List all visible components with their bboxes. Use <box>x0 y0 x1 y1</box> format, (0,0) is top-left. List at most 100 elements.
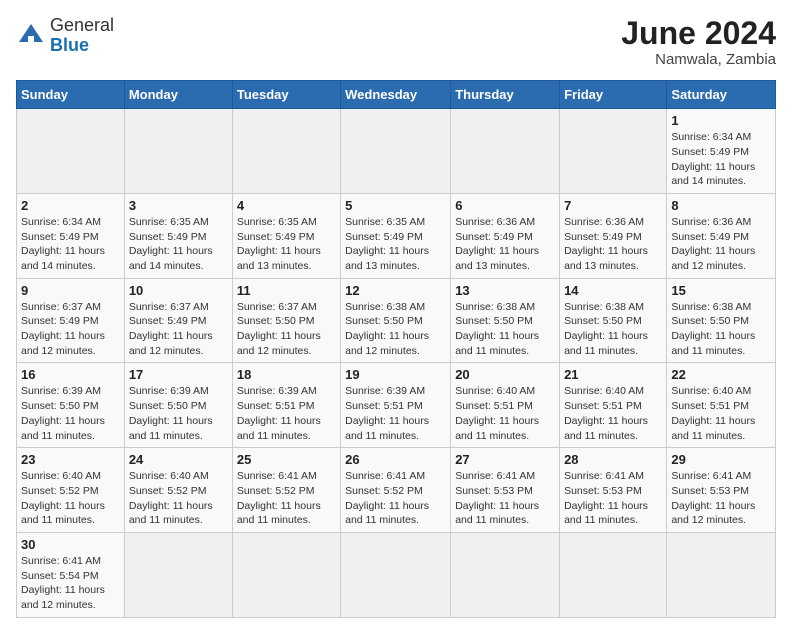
calendar-day-cell <box>341 109 451 194</box>
calendar-day-cell: 3Sunrise: 6:35 AM Sunset: 5:49 PM Daylig… <box>124 193 232 278</box>
calendar-day-cell: 8Sunrise: 6:36 AM Sunset: 5:49 PM Daylig… <box>667 193 776 278</box>
calendar-day-cell: 5 Sunrise: 6:35 AM Sunset: 5:49 PM Daylig… <box>341 193 451 278</box>
day-info: Sunrise: 6:36 AM Sunset: 5:49 PM Dayligh… <box>455 215 555 274</box>
day-number: 7 <box>564 198 662 213</box>
day-info: Sunrise: 6:38 AM Sunset: 5:50 PM Dayligh… <box>671 300 771 359</box>
day-info: Sunrise: 6:38 AM Sunset: 5:50 PM Dayligh… <box>345 300 446 359</box>
day-number: 13 <box>455 283 555 298</box>
day-info: Sunrise: 6:41 AM Sunset: 5:52 PM Dayligh… <box>237 469 336 528</box>
day-info: Sunrise: 6:39 AM Sunset: 5:50 PM Dayligh… <box>129 384 228 443</box>
weekday-header: Monday <box>124 81 232 109</box>
calendar-day-cell: 30 Sunrise: 6:41 AM Sunset: 5:54 PM Dayli… <box>17 532 125 617</box>
calendar-day-cell: 19 Sunrise: 6:39 AM Sunset: 5:51 PM Dayli… <box>341 363 451 448</box>
calendar-day-cell <box>560 532 667 617</box>
day-number: 25 <box>237 452 336 467</box>
day-info: Sunrise: 6:41 AM Sunset: 5:53 PM Dayligh… <box>455 469 555 528</box>
day-number: 18 <box>237 367 336 382</box>
calendar-day-cell: 16 Sunrise: 6:39 AM Sunset: 5:50 PM Dayli… <box>17 363 125 448</box>
day-info: Sunrise: 6:40 AM Sunset: 5:52 PM Dayligh… <box>129 469 228 528</box>
day-info: Sunrise: 6:37 AM Sunset: 5:49 PM Dayligh… <box>129 300 228 359</box>
logo-general: General <box>50 15 114 35</box>
calendar-day-cell: 18 Sunrise: 6:39 AM Sunset: 5:51 PM Dayli… <box>232 363 340 448</box>
day-info: Sunrise: 6:40 AM Sunset: 5:52 PM Dayligh… <box>21 469 120 528</box>
day-number: 11 <box>237 283 336 298</box>
day-number: 30 <box>21 537 120 552</box>
weekday-header: Wednesday <box>341 81 451 109</box>
logo-icon <box>16 21 46 51</box>
weekday-header: Thursday <box>451 81 560 109</box>
calendar-day-cell: 12 Sunrise: 6:38 AM Sunset: 5:50 PM Dayli… <box>341 278 451 363</box>
day-info: Sunrise: 6:40 AM Sunset: 5:51 PM Dayligh… <box>455 384 555 443</box>
calendar-day-cell <box>124 532 232 617</box>
day-info: Sunrise: 6:36 AM Sunset: 5:49 PM Dayligh… <box>671 215 771 274</box>
day-number: 28 <box>564 452 662 467</box>
logo-blue: Blue <box>50 35 89 55</box>
day-info: Sunrise: 6:41 AM Sunset: 5:53 PM Dayligh… <box>671 469 771 528</box>
day-number: 20 <box>455 367 555 382</box>
calendar-day-cell <box>17 109 125 194</box>
day-info: Sunrise: 6:37 AM Sunset: 5:49 PM Dayligh… <box>21 300 120 359</box>
day-number: 4 <box>237 198 336 213</box>
calendar-day-cell <box>341 532 451 617</box>
calendar-week-row: 9 Sunrise: 6:37 AM Sunset: 5:49 PM Daylig… <box>17 278 776 363</box>
calendar-day-cell: 14Sunrise: 6:38 AM Sunset: 5:50 PM Dayli… <box>560 278 667 363</box>
day-info: Sunrise: 6:35 AM Sunset: 5:49 PM Dayligh… <box>345 215 446 274</box>
calendar-day-cell: 11 Sunrise: 6:37 AM Sunset: 5:50 PM Dayli… <box>232 278 340 363</box>
calendar-day-cell: 2Sunrise: 6:34 AM Sunset: 5:49 PM Daylig… <box>17 193 125 278</box>
calendar-day-cell <box>560 109 667 194</box>
day-number: 15 <box>671 283 771 298</box>
calendar-week-row: 2Sunrise: 6:34 AM Sunset: 5:49 PM Daylig… <box>17 193 776 278</box>
weekday-header-row: SundayMondayTuesdayWednesdayThursdayFrid… <box>17 81 776 109</box>
logo: General Blue <box>16 16 114 56</box>
day-number: 10 <box>129 283 228 298</box>
day-number: 17 <box>129 367 228 382</box>
day-number: 14 <box>564 283 662 298</box>
day-info: Sunrise: 6:35 AM Sunset: 5:49 PM Dayligh… <box>237 215 336 274</box>
day-number: 16 <box>21 367 120 382</box>
day-number: 5 <box>345 198 446 213</box>
day-number: 26 <box>345 452 446 467</box>
day-number: 9 <box>21 283 120 298</box>
day-info: Sunrise: 6:40 AM Sunset: 5:51 PM Dayligh… <box>564 384 662 443</box>
calendar-day-cell: 22Sunrise: 6:40 AM Sunset: 5:51 PM Dayli… <box>667 363 776 448</box>
calendar-day-cell: 15 Sunrise: 6:38 AM Sunset: 5:50 PM Dayli… <box>667 278 776 363</box>
day-info: Sunrise: 6:41 AM Sunset: 5:54 PM Dayligh… <box>21 554 120 613</box>
calendar-week-row: 16 Sunrise: 6:39 AM Sunset: 5:50 PM Dayli… <box>17 363 776 448</box>
day-info: Sunrise: 6:34 AM Sunset: 5:49 PM Dayligh… <box>671 130 771 189</box>
day-info: Sunrise: 6:35 AM Sunset: 5:49 PM Dayligh… <box>129 215 228 274</box>
day-number: 24 <box>129 452 228 467</box>
day-number: 22 <box>671 367 771 382</box>
calendar-day-cell: 10 Sunrise: 6:37 AM Sunset: 5:49 PM Dayli… <box>124 278 232 363</box>
day-info: Sunrise: 6:39 AM Sunset: 5:51 PM Dayligh… <box>237 384 336 443</box>
day-number: 21 <box>564 367 662 382</box>
weekday-header: Sunday <box>17 81 125 109</box>
day-number: 1 <box>671 113 771 128</box>
day-info: Sunrise: 6:37 AM Sunset: 5:50 PM Dayligh… <box>237 300 336 359</box>
day-number: 19 <box>345 367 446 382</box>
day-number: 29 <box>671 452 771 467</box>
calendar-day-cell <box>667 532 776 617</box>
calendar-day-cell: 1 Sunrise: 6:34 AM Sunset: 5:49 PM Daylig… <box>667 109 776 194</box>
calendar-day-cell: 24 Sunrise: 6:40 AM Sunset: 5:52 PM Dayli… <box>124 448 232 533</box>
day-info: Sunrise: 6:41 AM Sunset: 5:52 PM Dayligh… <box>345 469 446 528</box>
calendar-day-cell <box>232 532 340 617</box>
title-area: June 2024 Namwala, Zambia <box>621 16 776 68</box>
logo-text: General Blue <box>50 16 114 56</box>
day-number: 12 <box>345 283 446 298</box>
calendar-day-cell: 4 Sunrise: 6:35 AM Sunset: 5:49 PM Daylig… <box>232 193 340 278</box>
calendar-day-cell: 26 Sunrise: 6:41 AM Sunset: 5:52 PM Dayli… <box>341 448 451 533</box>
day-number: 27 <box>455 452 555 467</box>
calendar-day-cell: 25 Sunrise: 6:41 AM Sunset: 5:52 PM Dayli… <box>232 448 340 533</box>
calendar-day-cell: 13Sunrise: 6:38 AM Sunset: 5:50 PM Dayli… <box>451 278 560 363</box>
day-number: 6 <box>455 198 555 213</box>
location-subtitle: Namwala, Zambia <box>621 51 776 68</box>
calendar-day-cell: 27 Sunrise: 6:41 AM Sunset: 5:53 PM Dayli… <box>451 448 560 533</box>
day-info: Sunrise: 6:39 AM Sunset: 5:50 PM Dayligh… <box>21 384 120 443</box>
header: General Blue June 2024 Namwala, Zambia <box>16 16 776 68</box>
day-info: Sunrise: 6:39 AM Sunset: 5:51 PM Dayligh… <box>345 384 446 443</box>
calendar-day-cell <box>451 532 560 617</box>
calendar-day-cell: 29 Sunrise: 6:41 AM Sunset: 5:53 PM Dayli… <box>667 448 776 533</box>
weekday-header: Friday <box>560 81 667 109</box>
calendar: SundayMondayTuesdayWednesdayThursdayFrid… <box>16 80 776 618</box>
calendar-week-row: 30 Sunrise: 6:41 AM Sunset: 5:54 PM Dayli… <box>17 532 776 617</box>
